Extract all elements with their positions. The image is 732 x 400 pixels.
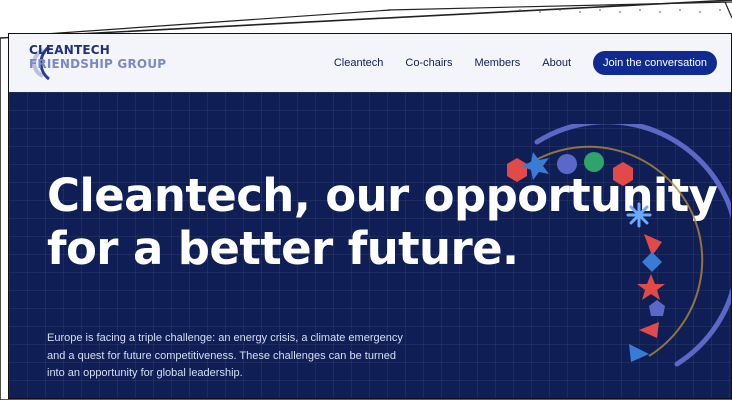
gear-blue-icon <box>649 300 665 316</box>
logo-text[interactable]: CLEANTECH FRIENDSHIP GROUP <box>29 44 166 70</box>
wedge-red-icon <box>644 234 662 256</box>
nav-item-cleantech[interactable]: Cleantech <box>334 57 384 69</box>
icon-cluster <box>507 152 665 362</box>
join-conversation-button[interactable]: Join the conversation <box>593 51 717 75</box>
nav-item-members[interactable]: Members <box>474 57 520 69</box>
decorative-circular-icons <box>507 124 731 367</box>
nav-item-co-chairs[interactable]: Co-chairs <box>405 57 452 69</box>
primary-nav: Cleantech Co-chairs Members About Join t… <box>334 51 717 75</box>
hero-subtext: Europe is facing a triple challenge: an … <box>47 330 407 383</box>
nav-item-about[interactable]: About <box>542 57 571 69</box>
hero-subtext-line2: and a quest for future competitiveness. … <box>47 349 396 362</box>
dotted-pattern <box>519 9 721 13</box>
hero-subtext-line1: Europe is facing a triple challenge: an … <box>47 332 403 344</box>
logo-line1: CLEANTECH <box>29 43 111 57</box>
hexagon-red-icon-2 <box>613 162 633 186</box>
diamond-blue-icon <box>642 252 662 272</box>
circle-green-icon <box>584 152 604 172</box>
website-viewport: CLEANTECH FRIENDSHIP GROUP Cleantech Co-… <box>8 33 732 399</box>
wedge-red-icon-2 <box>639 322 659 338</box>
triangle-blue-icon <box>629 344 649 362</box>
logo-line2: FRIENDSHIP GROUP <box>29 57 167 71</box>
screenshot-frame: CLEANTECH FRIENDSHIP GROUP Cleantech Co-… <box>0 0 732 400</box>
hexagon-red-icon <box>507 158 527 182</box>
hero-subtext-line3: into an opportunity for global leadershi… <box>47 367 243 380</box>
star-red-icon <box>637 274 665 300</box>
snowflake-icon <box>626 202 652 228</box>
top-navigation-bar: CLEANTECH FRIENDSHIP GROUP Cleantech Co-… <box>9 34 731 92</box>
flower-blue-icon <box>557 154 577 174</box>
